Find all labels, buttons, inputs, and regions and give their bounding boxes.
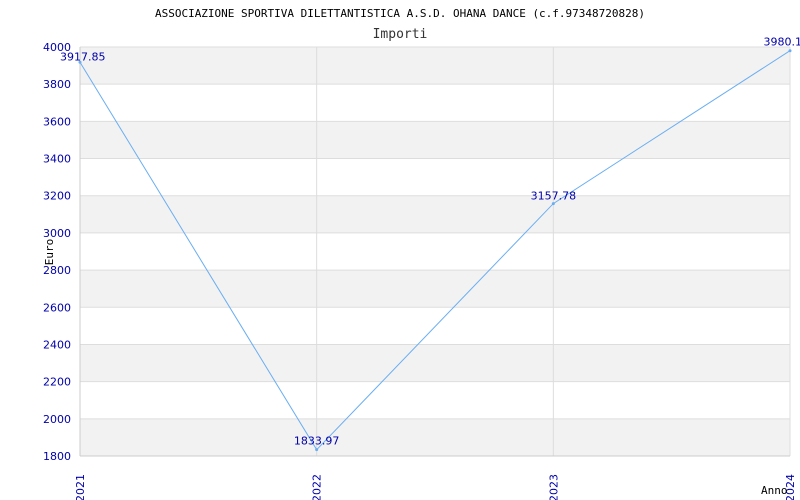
y-tick-label: 2000 [43,413,71,426]
grid-band [80,270,790,308]
line-chart: 1800200022002400260028003000320034003600… [43,7,800,500]
grid-lines [79,46,791,457]
data-label: 3157.78 [531,190,577,203]
x-tick-label: 2023 [547,474,560,500]
y-tick-label: 1800 [43,450,71,463]
axes [79,47,790,457]
chart-subtitle: Importi [373,27,428,42]
y-tick-label: 3600 [43,115,71,128]
data-label: 1833.97 [294,435,340,448]
data-labels: 3917.85 1833.97 3157.78 3980.1 [60,36,800,448]
data-label: 3917.85 [60,50,106,63]
y-tick-label: 3400 [43,153,71,166]
series [78,49,792,452]
y-tick-label: 2600 [43,301,71,314]
series-line [79,50,791,451]
y-tick-label: 3800 [43,78,71,91]
grid-band [80,195,790,233]
x-axis-label: Anno [761,484,788,497]
y-tick-label: 3200 [43,190,71,203]
grid-band [80,121,790,159]
data-point [315,448,319,452]
grid-band [80,344,790,382]
y-tick-label: 2400 [43,338,71,351]
y-axis-label: Euro [43,239,56,266]
grid-bands [80,47,790,456]
data-label: 3980.1 [764,36,800,49]
grid-band [80,47,790,85]
y-tick-label: 2200 [43,376,71,389]
grid-band [80,418,790,456]
x-tick-label: 2022 [311,474,324,500]
data-point [788,49,792,53]
x-tick-labels: 2021 2022 2023 2024 [74,474,797,500]
x-tick-label: 2021 [74,474,87,500]
y-tick-label: 3000 [43,227,71,240]
chart-title: ASSOCIAZIONE SPORTIVA DILETTANTISTICA A.… [155,7,645,20]
